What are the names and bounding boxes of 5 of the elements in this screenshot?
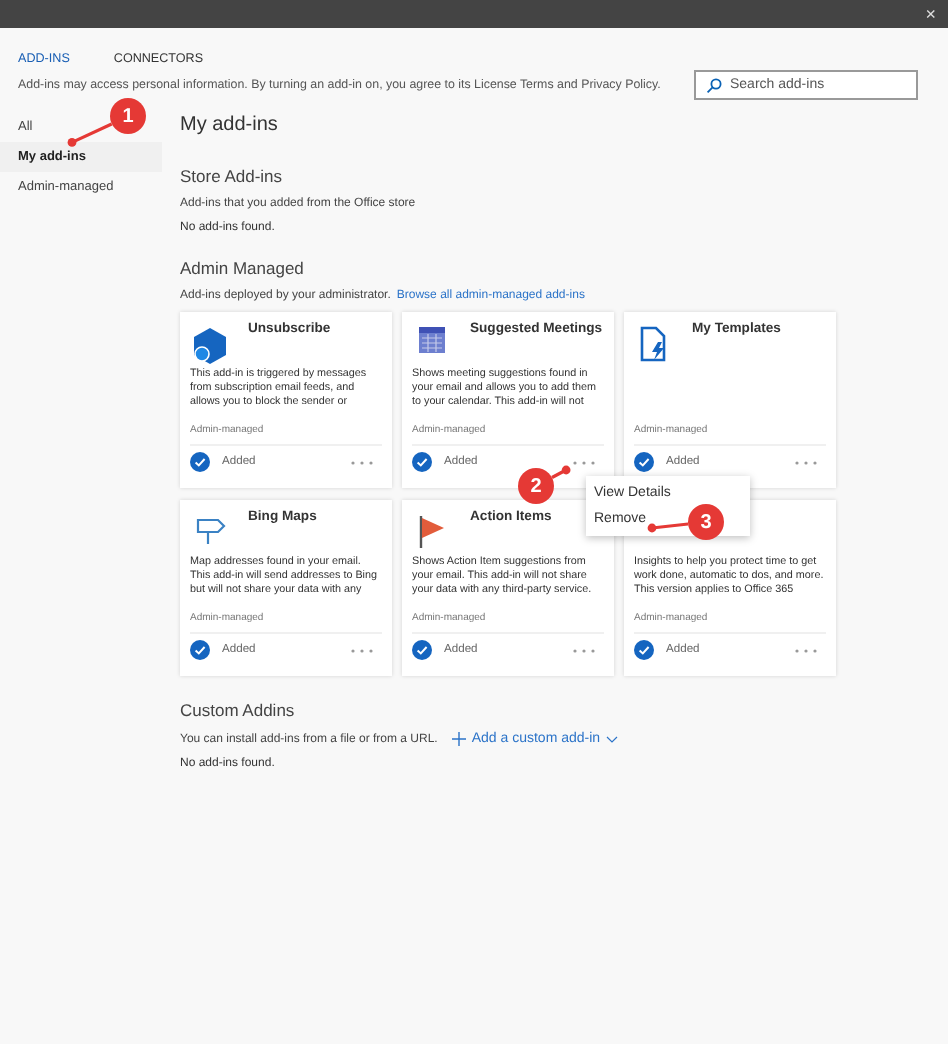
page-title: My add-ins — [180, 114, 280, 140]
section-title: Custom Addins — [180, 700, 297, 720]
section-title: Admin Managed — [180, 258, 306, 278]
step-badge: 1 — [110, 98, 146, 134]
section-title: Store Add-ins — [180, 166, 285, 186]
